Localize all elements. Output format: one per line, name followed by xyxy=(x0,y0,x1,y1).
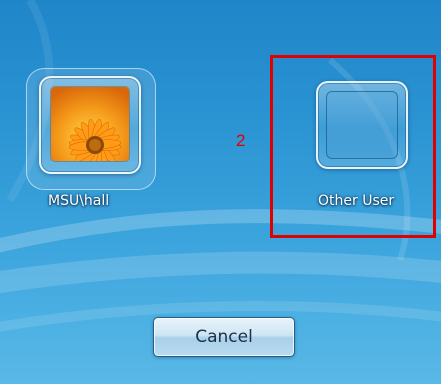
annotation-step-number: 2 xyxy=(236,131,246,150)
cancel-button[interactable]: Cancel xyxy=(153,317,295,357)
user-picture-frame xyxy=(39,76,141,174)
orange-flower-icon xyxy=(51,87,129,161)
annotation-highlight-box xyxy=(270,55,436,238)
logon-screen: MSU\hall Other User 2 Cancel xyxy=(0,0,441,384)
user-tile-msu-hall[interactable]: MSU\hall xyxy=(26,68,156,218)
user-name-label: MSU\hall xyxy=(48,193,110,209)
